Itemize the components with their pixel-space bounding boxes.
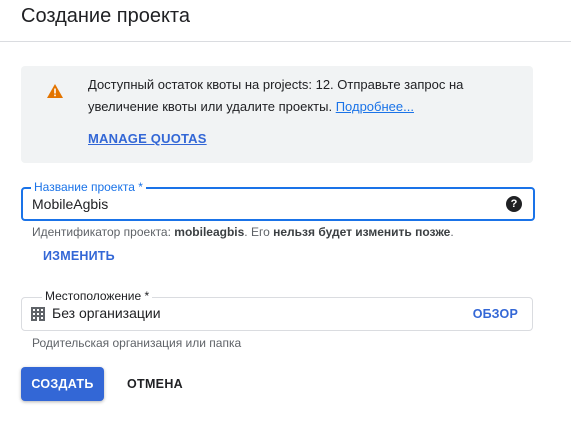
location-hint: Родительская организация или папка bbox=[32, 336, 242, 350]
project-name-label: Название проекта * bbox=[31, 180, 146, 194]
project-id-hint-prefix: Идентификатор проекта: bbox=[32, 225, 175, 239]
create-button[interactable]: СОЗДАТЬ bbox=[21, 367, 104, 401]
manage-quotas-link[interactable]: MANAGE QUOTAS bbox=[88, 131, 207, 146]
organization-icon bbox=[31, 307, 45, 321]
location-label: Местоположение * bbox=[42, 289, 153, 303]
location-field[interactable]: Местоположение * Без организации ОБЗОР bbox=[21, 289, 533, 331]
help-icon[interactable]: ? bbox=[506, 196, 522, 212]
project-id-hint-bold: нельзя будет изменить позже bbox=[273, 225, 451, 239]
change-id-button[interactable]: ИЗМЕНИТЬ bbox=[43, 249, 115, 263]
cancel-button[interactable]: ОТМЕНА bbox=[118, 367, 192, 401]
quota-message: Доступный остаток квоты на projects: 12.… bbox=[88, 74, 518, 118]
location-value: Без организации bbox=[52, 305, 161, 321]
learn-more-link[interactable]: Подробнее... bbox=[336, 99, 414, 114]
project-id-hint: Идентификатор проекта: mobileagbis. Его … bbox=[32, 225, 454, 239]
project-id-value: mobileagbis bbox=[174, 225, 245, 239]
project-id-hint-suffix: . bbox=[450, 225, 454, 239]
quota-notice: Доступный остаток квоты на projects: 12.… bbox=[21, 66, 533, 163]
project-name-input[interactable]: MobileAgbis bbox=[32, 196, 108, 212]
project-id-hint-middle: . Его bbox=[244, 225, 274, 239]
project-name-field[interactable]: Название проекта * MobileAgbis ? bbox=[21, 180, 535, 221]
warning-icon bbox=[47, 84, 63, 98]
page-title: Создание проекта bbox=[21, 5, 190, 27]
browse-button[interactable]: ОБЗОР bbox=[473, 307, 518, 321]
dialog-header: Создание проекта bbox=[0, 0, 571, 42]
